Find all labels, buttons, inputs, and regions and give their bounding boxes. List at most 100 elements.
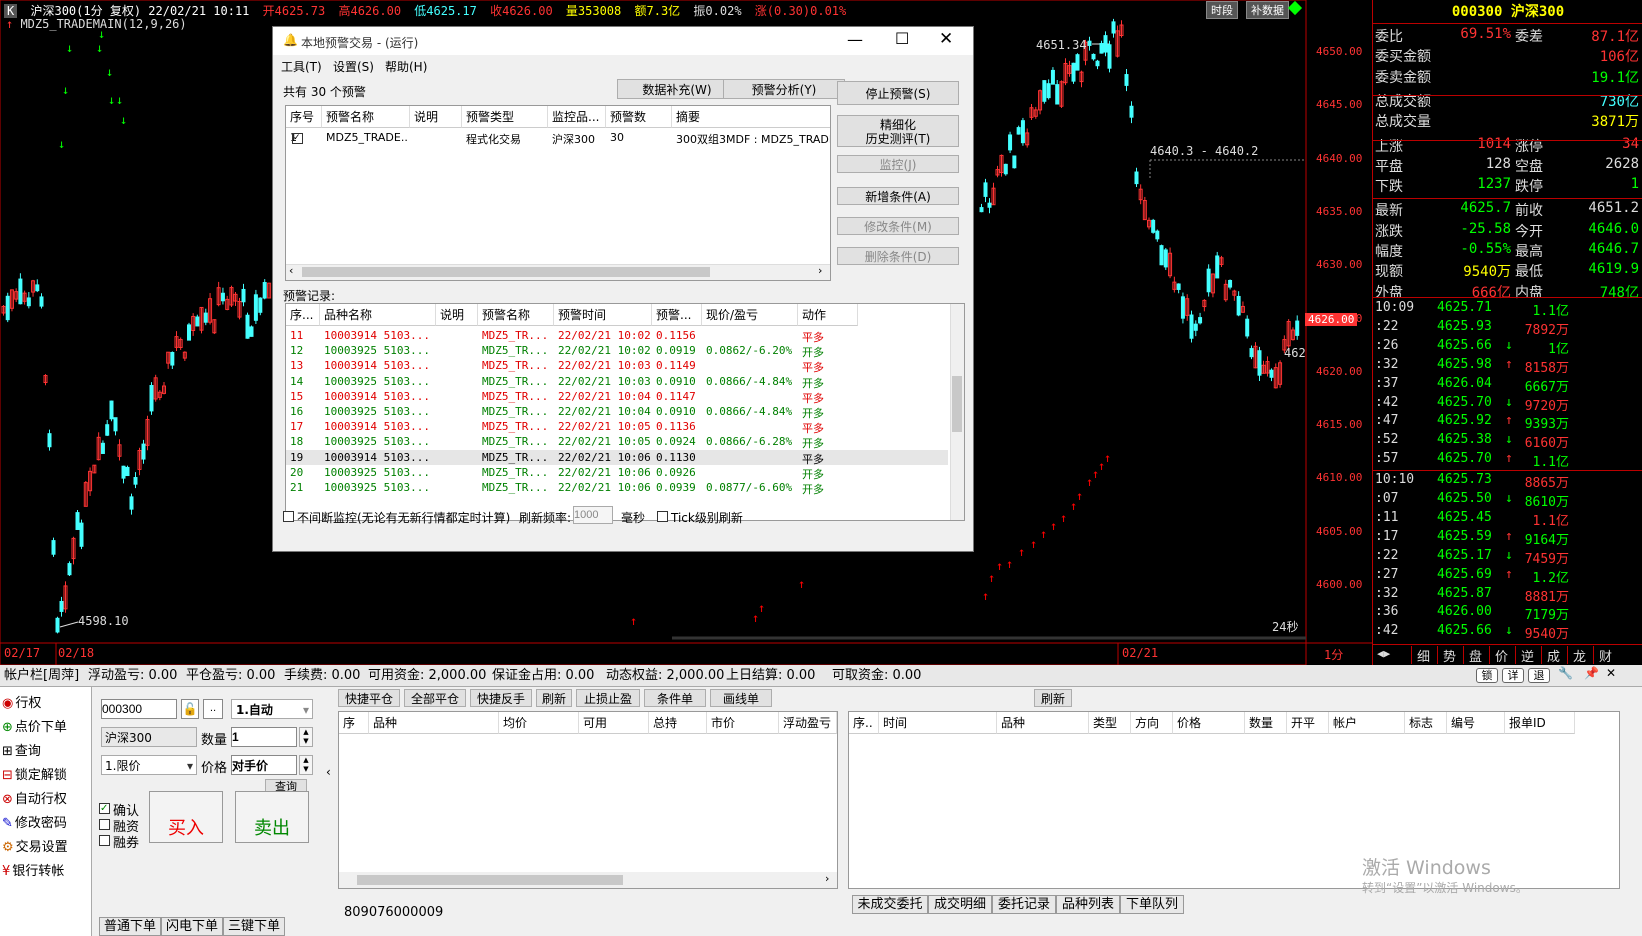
wrench-icon[interactable]: 🔧	[1558, 666, 1573, 680]
sell-signal-arrow: ↓	[120, 113, 127, 127]
orders-tab[interactable]: 成交明细	[928, 895, 992, 914]
lock-icon[interactable]: 🔓	[181, 699, 199, 719]
buy-button[interactable]: 买入	[149, 791, 223, 843]
position-col-header: 序	[339, 712, 369, 734]
quote-tab[interactable]: 逆	[1515, 646, 1539, 665]
sell-button[interactable]: 卖出	[235, 791, 309, 843]
margin-financing-checkbox[interactable]	[99, 819, 110, 830]
sidebar-item[interactable]: ⚙ 交易设置	[2, 837, 92, 859]
orders-tab[interactable]: 品种列表	[1056, 895, 1120, 914]
nonstop-checkbox[interactable]	[283, 511, 294, 522]
edit-condition-button[interactable]: 修改条件(M)	[837, 217, 959, 235]
quote-tab[interactable]: 财	[1593, 646, 1617, 665]
toolbar-button[interactable]: 快捷平仓	[338, 689, 400, 707]
order-tab[interactable]: 普通下单	[99, 917, 161, 936]
quote-tab[interactable]: 盘	[1463, 646, 1487, 665]
quote-tab[interactable]: 势	[1437, 646, 1461, 665]
sidebar-item[interactable]: ⊕ 点价下单	[2, 717, 92, 739]
orders-tab[interactable]: 下单队列	[1120, 895, 1184, 914]
scroll-left-icon[interactable]: ‹	[289, 264, 293, 277]
toolbar-button[interactable]: 条件单	[644, 689, 706, 707]
refresh-rate-input[interactable]	[573, 506, 613, 524]
add-condition-button[interactable]: 新增条件(A)	[837, 187, 959, 205]
log-scroll-thumb[interactable]	[952, 376, 962, 432]
menu-tools[interactable]: 工具(T)	[281, 58, 322, 75]
sidebar-item[interactable]: ✎ 修改密码	[2, 813, 92, 835]
alert-dialog[interactable]: 🔔 本地预警交易 - (运行) — ☐ ✕ 工具(T) 设置(S) 帮助(H) …	[272, 26, 974, 552]
qty-stepper[interactable]: ▲ ▼	[299, 727, 313, 747]
price-stepper[interactable]: ▲ ▼	[299, 755, 313, 775]
alert-table[interactable]: 序号 预警名称 说明 预警类型 监控品... 预警数 摘要 1 MDZ5_TRADE... 程式化…	[285, 105, 831, 281]
positions-scroll-thumb[interactable]	[357, 875, 623, 885]
stop-alert-button[interactable]: 停止预警(S)	[837, 81, 959, 105]
order-tab[interactable]: 三键下单	[223, 917, 285, 936]
data-fill-button[interactable]: 数据补充(W)	[617, 79, 737, 99]
refresh-orders-button[interactable]: 刷新	[1034, 689, 1072, 707]
sidebar-item[interactable]: ⊞ 查询	[2, 741, 92, 763]
code-input[interactable]	[101, 699, 177, 719]
quote-tab[interactable]: 成	[1541, 646, 1565, 665]
toolbar-button[interactable]: 刷新	[536, 689, 572, 707]
pin-icon[interactable]: 📌	[1584, 666, 1599, 680]
tick-row: :47 4625.92 ↑ 9393万	[1373, 413, 1642, 432]
sidebar-item[interactable]: ⊟ 锁定解锁	[2, 765, 92, 787]
menu-settings[interactable]: 设置(S)	[333, 58, 374, 75]
confirm-checkbox[interactable]: ✓	[99, 803, 110, 814]
orders-tab[interactable]: 委托记录	[992, 895, 1056, 914]
candle-body	[133, 477, 138, 485]
toolbar-button[interactable]: 全部平仓	[404, 689, 466, 707]
fine-backtest-button[interactable]: 精细化 历史测评(T)	[837, 115, 959, 147]
alert-row-checkbox[interactable]: ✓	[292, 133, 303, 144]
toolbar-button[interactable]: 止损止盈	[576, 689, 640, 707]
price-input[interactable]	[231, 755, 297, 775]
sidebar-item[interactable]: ◉ 行权	[2, 693, 92, 715]
close-icon[interactable]: ✕	[939, 29, 953, 49]
scroll-right-icon[interactable]: ›	[818, 264, 822, 277]
tick-arrow: ↑	[1505, 528, 1513, 544]
alert-cell: 沪深300	[552, 133, 595, 146]
scroll-right-icon[interactable]: ›	[825, 872, 829, 885]
log-cell: MDZ5_TR...	[482, 481, 549, 494]
quote-tabs[interactable]: ◀▶ 细势盘价逆成龙财	[1373, 644, 1642, 665]
collapse-arrow-icon[interactable]: ‹	[326, 765, 331, 779]
quote-tab[interactable]: 细	[1411, 646, 1435, 665]
tick-row: :37 4626.04 6667万	[1373, 376, 1642, 395]
orders-tab[interactable]: 未成交委托	[852, 895, 928, 914]
tick-refresh-checkbox[interactable]	[657, 511, 668, 522]
qty-input[interactable]	[231, 727, 297, 747]
menu-help[interactable]: 帮助(H)	[385, 58, 427, 75]
alert-log-table[interactable]: 序... 品种名称 说明 预警名称 预警时间 预警... 现价/盈亏 动作 11 10003914…	[285, 303, 965, 521]
log-col-header: 预警时间	[554, 304, 652, 326]
buy-signal-arrow: ↑	[988, 571, 995, 585]
orders-table[interactable]: 序.. 时间 品种 类型 方向 价格 数量 开平 帐户 标志 编号 报单ID	[848, 711, 1620, 889]
minimize-icon[interactable]: —	[847, 30, 863, 49]
order-tab[interactable]: 闪电下单	[161, 917, 223, 936]
price-type-select[interactable]: 1.限价 ▾	[101, 755, 197, 775]
alert-analysis-button[interactable]: 预警分析(Y)	[723, 79, 845, 99]
tick-price: 4625.70	[1437, 394, 1492, 410]
delete-condition-button[interactable]: 删除条件(D)	[837, 247, 959, 265]
quote-tab[interactable]: 价	[1489, 646, 1513, 665]
alert-table-scroll-thumb[interactable]	[302, 267, 710, 277]
mode-select[interactable]: 1.自动 ▾	[231, 699, 313, 719]
short-selling-checkbox[interactable]	[99, 835, 110, 846]
quote-tab[interactable]: 龙	[1567, 646, 1591, 665]
account-tool-button[interactable]: 退	[1528, 668, 1550, 683]
toolbar-button[interactable]: 快捷反手	[470, 689, 532, 707]
close-panel-icon[interactable]: ✕	[1606, 666, 1616, 680]
maximize-icon[interactable]: ☐	[895, 29, 909, 48]
log-col-header: 动作	[798, 304, 858, 326]
toolbar-button[interactable]: 画线单	[710, 689, 772, 707]
account-tool-button[interactable]: 详	[1502, 668, 1524, 683]
kline-chart[interactable]: K 沪深300(1分 复权) 22/02/21 10:11 开4625.73 高…	[0, 0, 1642, 665]
monitor-button[interactable]: 监控(J)	[837, 155, 959, 173]
sidebar-item[interactable]: ⊗ 自动行权	[2, 789, 92, 811]
positions-table[interactable]: 序品种 均价 可用 总持 市价 浮动盈亏 ›	[338, 711, 838, 889]
dialog-titlebar[interactable]: 🔔 本地预警交易 - (运行) — ☐ ✕	[273, 27, 973, 55]
sidebar-item[interactable]: ¥ 银行转帐	[2, 861, 92, 883]
account-tool-button[interactable]: 锁	[1476, 668, 1498, 683]
quote-row: 现额 9540万 最低 4619.9	[1373, 261, 1642, 280]
more-button[interactable]: ..	[203, 699, 223, 719]
tick-arrow: ↓	[1505, 394, 1513, 410]
tab-prev-icon[interactable]: ◀▶	[1377, 647, 1390, 660]
